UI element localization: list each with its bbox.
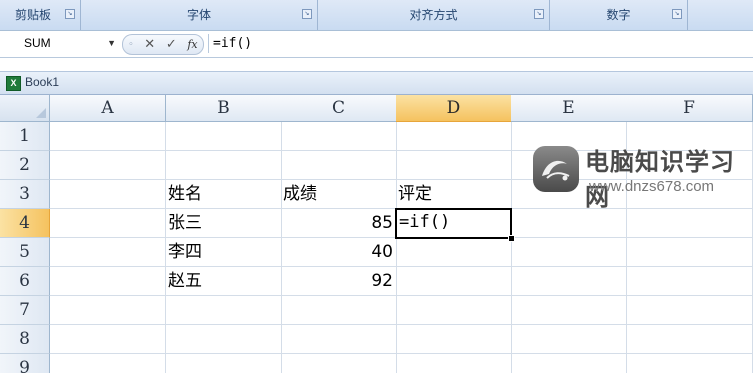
- ribbon-group-clipboard: 剪贴板 ↘: [0, 0, 81, 30]
- spreadsheet-grid: A B C D E F 1 2 3 姓名 成绩 评定 4 张三 85 =if() 5 李四 40 6 赵五 92 7 8 9: [0, 95, 753, 373]
- excel-workbook-icon: X: [6, 76, 21, 91]
- cell-c4[interactable]: 85: [281, 209, 397, 238]
- cell-f9[interactable]: [626, 354, 753, 373]
- cell-a9[interactable]: [50, 354, 166, 373]
- cell-f7[interactable]: [626, 296, 753, 325]
- workbook-title-bar: X Book1: [0, 71, 753, 95]
- row-header-1[interactable]: 1: [0, 122, 50, 151]
- cell-d6[interactable]: [396, 267, 512, 296]
- watermark-title: 电脑知识学习网: [585, 148, 735, 211]
- cell-e4[interactable]: [511, 209, 627, 238]
- insert-function-icon[interactable]: fx: [187, 38, 197, 51]
- cell-d4[interactable]: =if(): [395, 208, 512, 239]
- ribbon-group-alignment: 对齐方式 ↘: [318, 0, 550, 30]
- cell-a7[interactable]: [50, 296, 166, 325]
- enter-icon[interactable]: ✓: [166, 37, 177, 52]
- column-header-b[interactable]: B: [166, 95, 282, 122]
- row-header-7[interactable]: 7: [0, 296, 50, 325]
- row-header-5[interactable]: 5: [0, 238, 50, 267]
- formula-bar-resize-icon[interactable]: ◦: [128, 40, 133, 50]
- cell-c7[interactable]: [281, 296, 397, 325]
- cell-b2[interactable]: [166, 151, 282, 180]
- ribbon-group-bar: 剪贴板 ↘ 字体 ↘ 对齐方式 ↘ 数字 ↘: [0, 0, 753, 31]
- ribbon-group-label: 剪贴板: [14, 7, 51, 22]
- dialog-launcher-icon[interactable]: ↘: [302, 9, 312, 19]
- cell-e9[interactable]: [511, 354, 627, 373]
- watermark-logo-icon: [533, 146, 579, 192]
- cell-b4[interactable]: 张三: [166, 209, 282, 238]
- chevron-down-icon[interactable]: ▼: [107, 34, 116, 53]
- cell-f4[interactable]: [626, 209, 753, 238]
- row-header-6[interactable]: 6: [0, 267, 50, 296]
- column-header-d[interactable]: D: [396, 95, 512, 122]
- cell-d8[interactable]: [396, 325, 512, 354]
- ribbon-group-label: 字体: [186, 7, 211, 22]
- row-header-9[interactable]: 9: [0, 354, 50, 373]
- column-header-a[interactable]: A: [50, 95, 166, 122]
- cell-c1[interactable]: [281, 122, 397, 151]
- cell-b6[interactable]: 赵五: [166, 267, 282, 296]
- cell-b9[interactable]: [166, 354, 282, 373]
- cell-d1[interactable]: [396, 122, 512, 151]
- cell-a2[interactable]: [50, 151, 166, 180]
- cell-a5[interactable]: [50, 238, 166, 267]
- cell-c3[interactable]: 成绩: [281, 180, 397, 209]
- formula-input[interactable]: =if(): [208, 34, 252, 53]
- dialog-launcher-icon[interactable]: ↘: [534, 9, 544, 19]
- cell-a3[interactable]: [50, 180, 166, 209]
- cell-f8[interactable]: [626, 325, 753, 354]
- name-box-value: SUM: [24, 36, 51, 50]
- ribbon-group-label: 数字: [606, 7, 631, 22]
- cell-d5[interactable]: [396, 238, 512, 267]
- formula-buttons: ◦ ✕ ✓ fx: [122, 34, 204, 55]
- cell-b3[interactable]: 姓名: [166, 180, 282, 209]
- cell-b7[interactable]: [166, 296, 282, 325]
- cell-c5[interactable]: 40: [281, 238, 397, 267]
- cell-a4[interactable]: [50, 209, 166, 238]
- column-header-e[interactable]: E: [511, 95, 627, 122]
- ribbon-group-number: 数字 ↘: [550, 0, 688, 30]
- column-header-f[interactable]: F: [626, 95, 753, 122]
- cancel-icon[interactable]: ✕: [144, 37, 155, 52]
- cell-e7[interactable]: [511, 296, 627, 325]
- column-header-c[interactable]: C: [281, 95, 397, 122]
- row-header-2[interactable]: 2: [0, 151, 50, 180]
- cell-c9[interactable]: [281, 354, 397, 373]
- cell-c2[interactable]: [281, 151, 397, 180]
- watermark: 电脑知识学习网 www.dnzs678.com: [533, 140, 743, 211]
- ribbon-group-styles: [688, 0, 753, 30]
- row-header-3[interactable]: 3: [0, 180, 50, 209]
- cell-e8[interactable]: [511, 325, 627, 354]
- cell-d7[interactable]: [396, 296, 512, 325]
- cell-a1[interactable]: [50, 122, 166, 151]
- cell-f5[interactable]: [626, 238, 753, 267]
- ribbon-group-font: 字体 ↘: [81, 0, 318, 30]
- cell-a8[interactable]: [50, 325, 166, 354]
- cell-e5[interactable]: [511, 238, 627, 267]
- cell-e6[interactable]: [511, 267, 627, 296]
- dialog-launcher-icon[interactable]: ↘: [672, 9, 682, 19]
- name-box[interactable]: SUM ▼: [0, 34, 118, 53]
- cell-d3[interactable]: 评定: [396, 180, 512, 209]
- cell-b1[interactable]: [166, 122, 282, 151]
- watermark-url: www.dnzs678.com: [589, 178, 715, 195]
- row-header-4[interactable]: 4: [0, 209, 50, 238]
- cell-f6[interactable]: [626, 267, 753, 296]
- cell-c8[interactable]: [281, 325, 397, 354]
- cell-c6[interactable]: 92: [281, 267, 397, 296]
- dialog-launcher-icon[interactable]: ↘: [65, 9, 75, 19]
- cell-b5[interactable]: 李四: [166, 238, 282, 267]
- fill-handle[interactable]: [508, 235, 515, 242]
- cell-a6[interactable]: [50, 267, 166, 296]
- cell-d9[interactable]: [396, 354, 512, 373]
- ribbon-group-label: 对齐方式: [409, 7, 458, 22]
- row-header-8[interactable]: 8: [0, 325, 50, 354]
- cell-b8[interactable]: [166, 325, 282, 354]
- cell-d2[interactable]: [396, 151, 512, 180]
- select-all-corner[interactable]: [0, 95, 50, 122]
- workbook-title: Book1: [25, 75, 60, 89]
- formula-bar: SUM ▼ ◦ ✕ ✓ fx =if(): [0, 31, 753, 58]
